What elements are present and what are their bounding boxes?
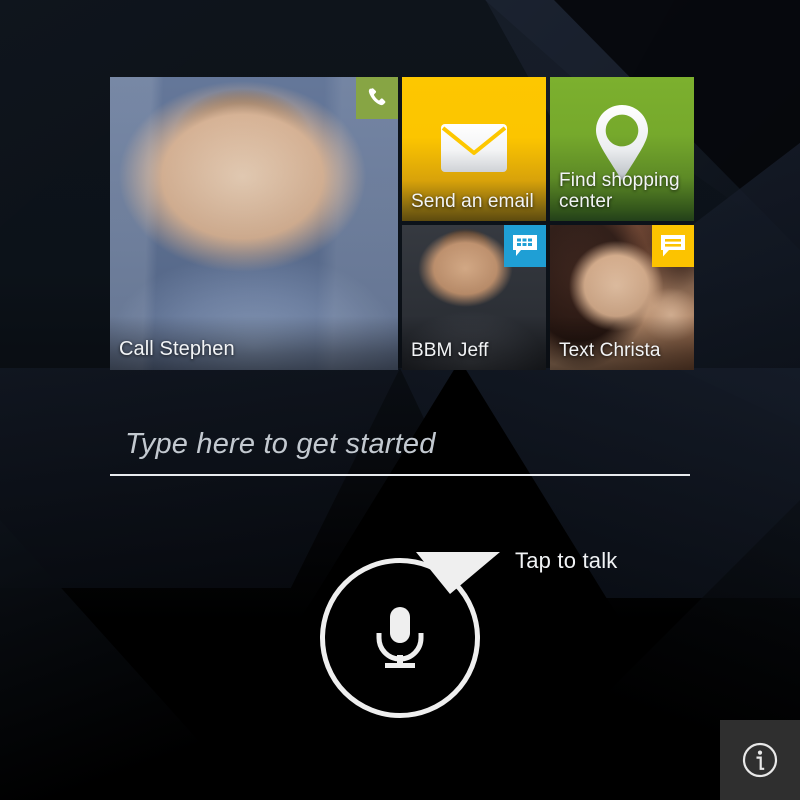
tile-label: Text Christa: [550, 316, 694, 370]
tile-text-christa[interactable]: Text Christa: [550, 225, 694, 370]
tile-call-stephen[interactable]: Call Stephen: [110, 77, 398, 370]
tile-bbm-jeff[interactable]: BBM Jeff: [402, 225, 546, 370]
suggestion-tile-grid: Call Stephen Send an email Find shopping…: [110, 77, 694, 370]
input-underline: [110, 474, 690, 476]
info-circle-icon: [742, 742, 778, 778]
microphone-icon: [376, 607, 424, 668]
envelope-icon: [440, 123, 508, 178]
tile-label: Find shopping center: [559, 170, 680, 212]
tile-label: BBM Jeff: [402, 316, 546, 370]
phone-icon: [356, 77, 398, 119]
type-field: [110, 424, 690, 476]
tile-find-shopping-center[interactable]: Find shopping center: [550, 77, 694, 221]
tile-label: Call Stephen: [110, 316, 398, 370]
info-button[interactable]: [720, 720, 800, 800]
voice-assistant-screen: Call Stephen Send an email Find shopping…: [0, 0, 800, 800]
tap-to-talk-button[interactable]: [320, 552, 500, 718]
speech-bubble-tail-icon: [416, 552, 500, 594]
tile-label: Send an email: [411, 191, 534, 212]
search-input[interactable]: [110, 424, 690, 474]
tap-to-talk-label: Tap to talk: [515, 548, 618, 573]
bbm-icon: [504, 225, 546, 267]
message-bubble-icon: [652, 225, 694, 267]
tile-send-an-email[interactable]: Send an email: [402, 77, 546, 221]
